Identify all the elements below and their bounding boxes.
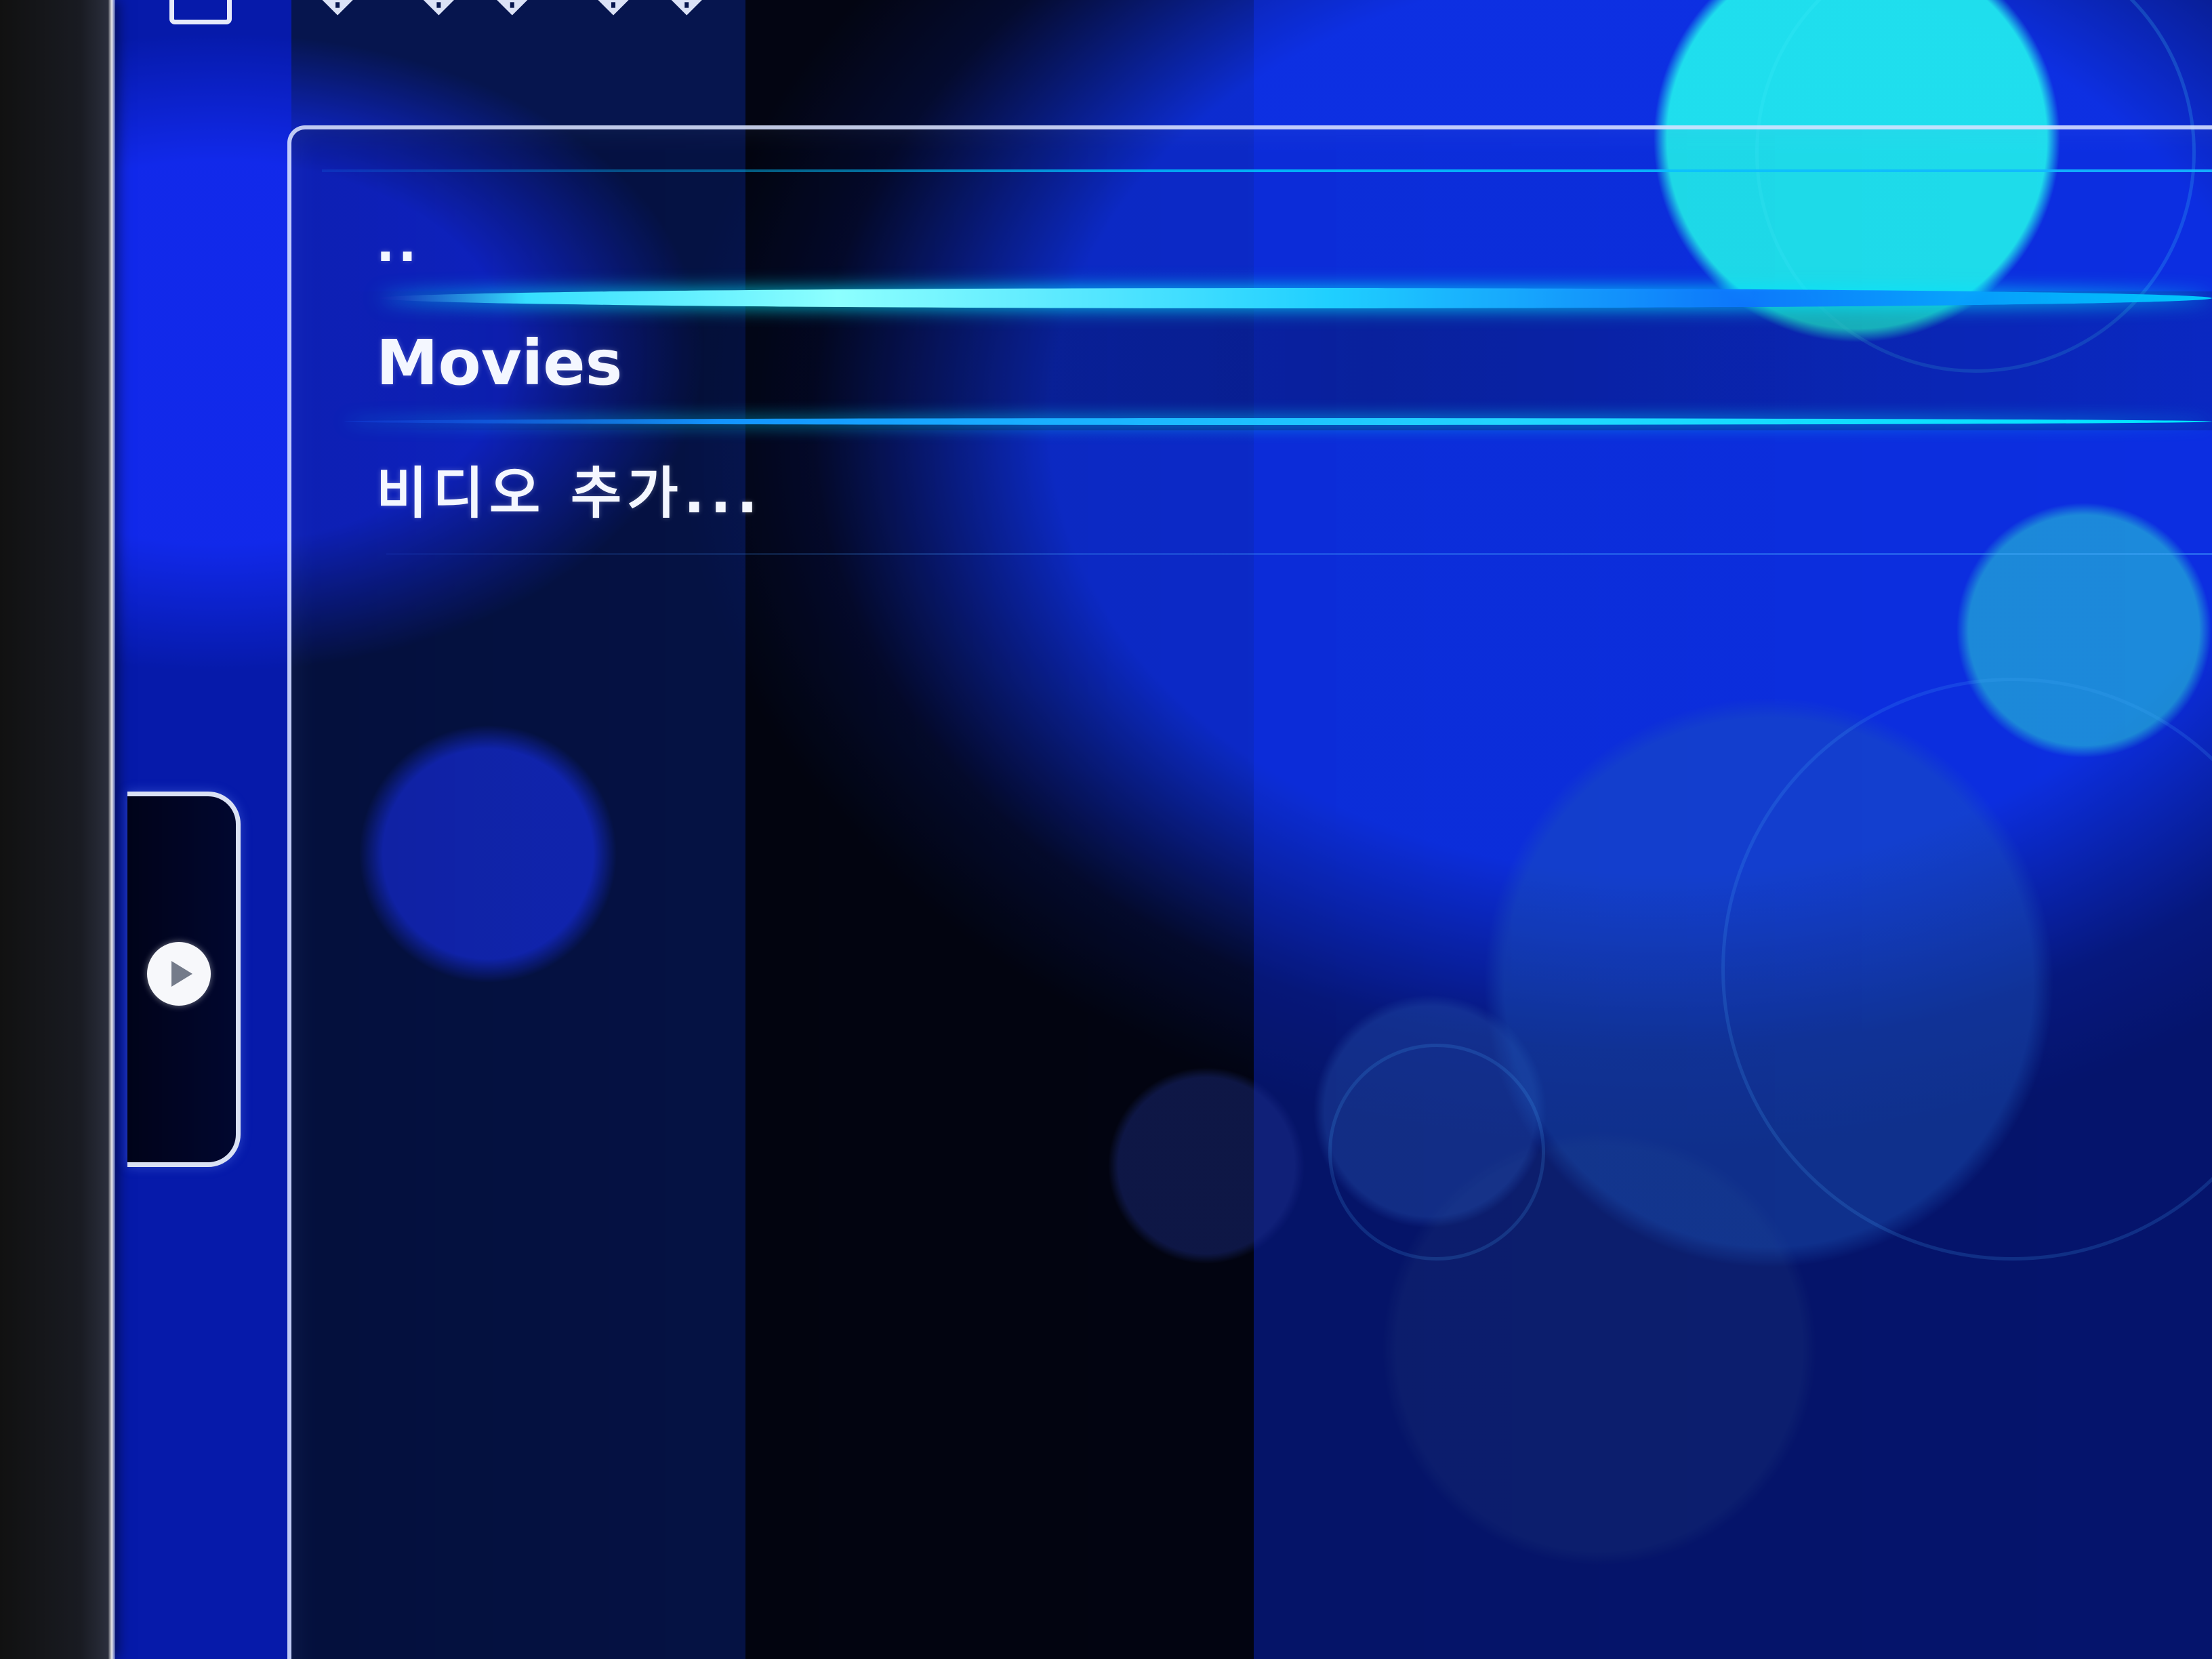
list-row-divider xyxy=(386,553,2212,555)
list-item-movies[interactable]: Movies xyxy=(376,322,622,403)
selected-row-top-glow xyxy=(380,288,2212,308)
list-item-add-video[interactable]: 비디오 추가... xyxy=(376,447,763,529)
list-item-parent-directory[interactable]: .. xyxy=(376,203,420,285)
side-menu-toggle-button[interactable] xyxy=(147,942,211,1006)
selected-row-highlight xyxy=(344,291,2212,430)
header-title: � �� �� xyxy=(306,0,729,24)
folder-icon xyxy=(169,0,232,24)
selected-row-bottom-glow xyxy=(344,418,2212,425)
play-arrow-icon xyxy=(171,961,192,987)
left-border-line xyxy=(108,0,115,1659)
display-bezel xyxy=(0,0,112,1659)
top-header: � �� �� xyxy=(169,0,729,24)
panel-top-divider xyxy=(322,169,2212,172)
media-center-screen: � �� �� .. Movies 비디오 추가... xyxy=(0,0,2212,1659)
